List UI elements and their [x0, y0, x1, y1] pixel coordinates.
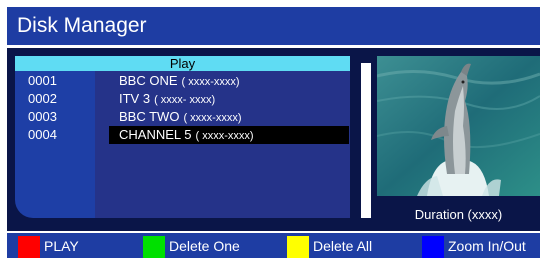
duration-label: Duration (xxxx) [414, 207, 503, 222]
item-title: BBC TWO( xxxx-xxxx) [109, 108, 349, 126]
item-title: CHANNEL 5( xxxx-xxxx) [109, 126, 349, 144]
item-title: ITV 3( xxxx- xxxx) [109, 90, 349, 108]
recording-list: 0001 BBC ONE( xxxx-xxxx) 0002 ITV 3( xxx… [15, 72, 350, 144]
item-number: 0004 [28, 127, 57, 142]
list-item[interactable]: 0003 BBC TWO( xxxx-xxxx) [15, 108, 350, 126]
delete-one-label: Delete One [169, 238, 240, 254]
preview-thumbnail [377, 56, 540, 196]
item-code: ( xxxx-xxxx) [195, 130, 254, 142]
scrollbar[interactable] [361, 63, 371, 218]
zoom-label: Zoom In/Out [448, 238, 526, 254]
yellow-key-icon [287, 236, 309, 258]
blue-key-icon [422, 236, 444, 258]
list-item[interactable]: 0001 BBC ONE( xxxx-xxxx) [15, 72, 350, 90]
item-code: ( xxxx-xxxx) [183, 112, 242, 124]
item-number: 0003 [28, 109, 57, 124]
item-code: ( xxxx- xxxx) [154, 94, 216, 106]
channel-name: CHANNEL 5 [119, 127, 192, 142]
item-title: BBC ONE( xxxx-xxxx) [109, 72, 349, 90]
channel-name: ITV 3 [119, 91, 151, 106]
list-item-selected[interactable]: 0004 CHANNEL 5( xxxx-xxxx) [15, 126, 350, 144]
list-header-play[interactable]: Play [15, 56, 350, 71]
title-bar: Disk Manager [7, 7, 540, 45]
channel-name: BBC ONE [119, 73, 178, 88]
red-key-icon [18, 236, 40, 258]
list-item[interactable]: 0002 ITV 3( xxxx- xxxx) [15, 90, 350, 108]
dolphin-preview-image [377, 56, 540, 196]
delete-all-label: Delete All [313, 238, 373, 254]
item-code: ( xxxx-xxxx) [181, 76, 240, 88]
window-title: Disk Manager [17, 14, 147, 37]
main-panel: Play 0001 BBC ONE( xxxx-xxxx) 0002 ITV 3… [7, 48, 540, 231]
green-key-icon [143, 236, 165, 258]
item-number: 0002 [28, 91, 57, 106]
color-key-bar: PLAY Delete One Delete All Zoom In/Out [7, 233, 540, 258]
item-number: 0001 [28, 73, 57, 88]
play-label: PLAY [44, 238, 79, 254]
channel-name: BBC TWO [119, 109, 180, 124]
